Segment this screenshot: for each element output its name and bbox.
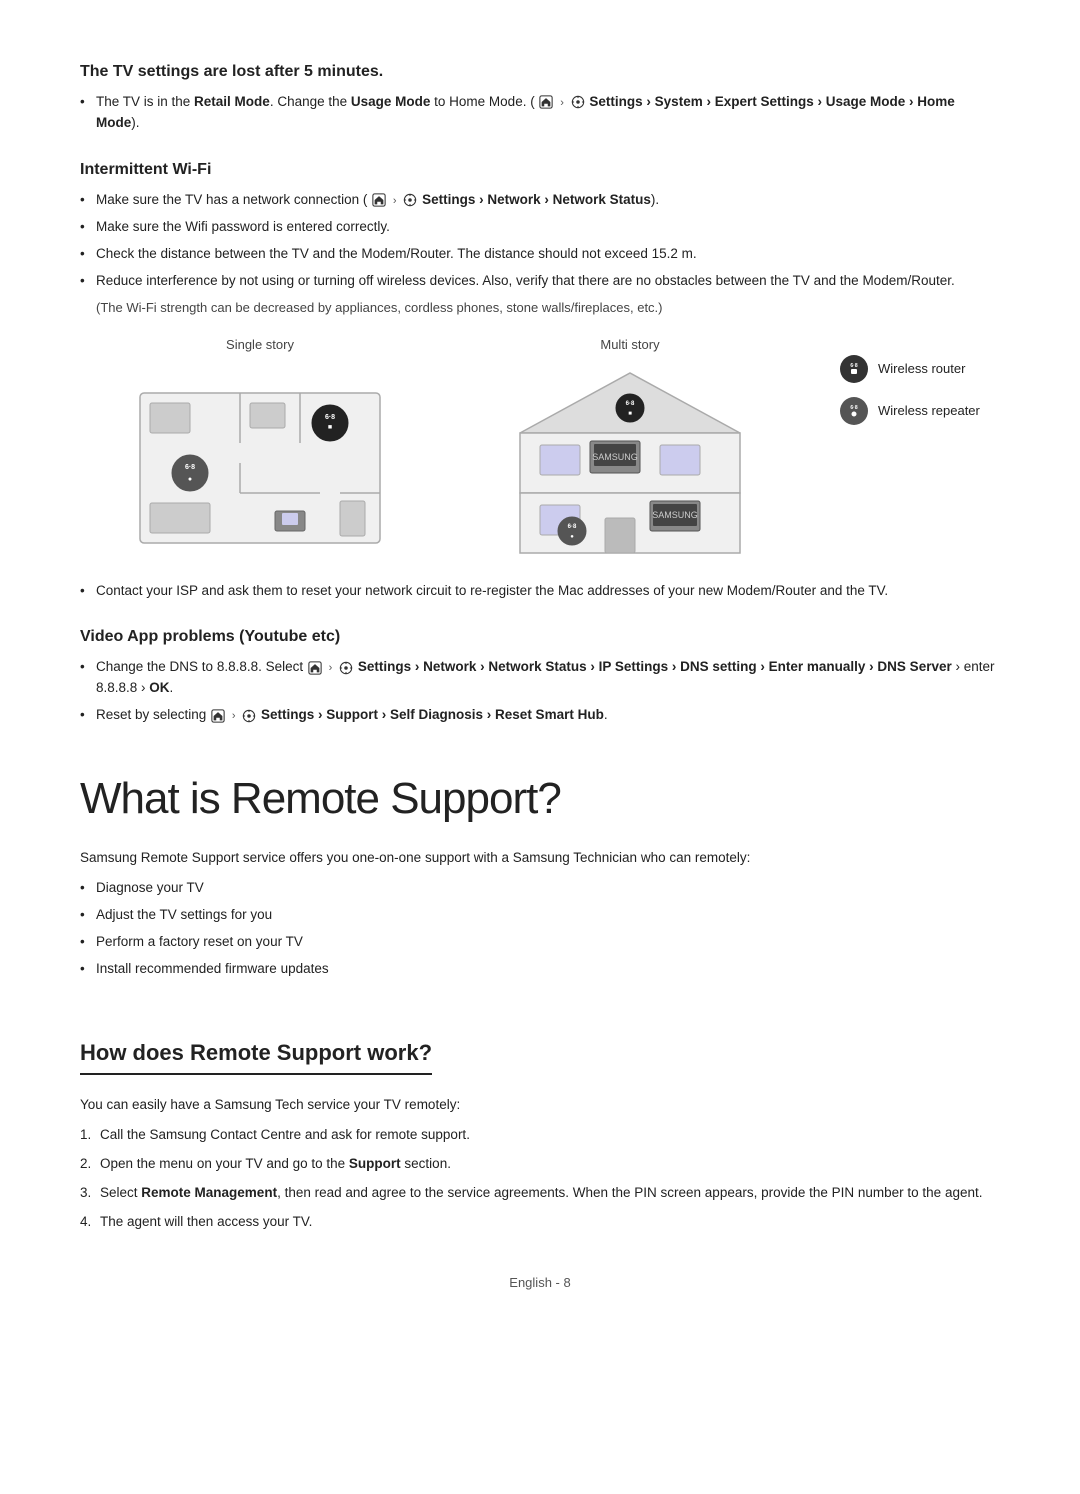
wifi-note: (The Wi-Fi strength can be decreased by … <box>96 298 1000 318</box>
settings-icon-3 <box>339 661 353 675</box>
home-icon-4 <box>211 709 225 723</box>
wireless-repeater-label: Wireless repeater <box>878 401 980 421</box>
svg-text:●: ● <box>188 476 192 483</box>
single-story-svg: 6·8 ■ 6·8 ● <box>120 363 400 563</box>
how-remote-support-title: How does Remote Support work? <box>80 1036 432 1075</box>
chevron-icon: › <box>560 97 564 109</box>
multi-story-label: Multi story <box>600 335 659 355</box>
tv-settings-list: The TV is in the Retail Mode. Change the… <box>80 92 1000 134</box>
intermittent-wifi-section: Intermittent Wi-Fi Make sure the TV has … <box>80 158 1000 602</box>
wifi-bullet-2: Make sure the Wifi password is entered c… <box>80 217 1000 238</box>
svg-text:6·8: 6·8 <box>850 363 857 369</box>
video-app-list: Change the DNS to 8.8.8.8. Select › Sett… <box>80 657 1000 726</box>
wifi-contact-list: Contact your ISP and ask them to reset y… <box>80 581 1000 602</box>
chevron-icon-2: › <box>393 195 397 207</box>
svg-text:6·8: 6·8 <box>568 524 577 530</box>
chevron-icon-4: › <box>232 710 236 722</box>
svg-text:6·8: 6·8 <box>626 401 635 407</box>
diagram-legend: 6·8 Wireless router 6·8 Wireless repeate… <box>820 335 1000 445</box>
svg-text:6·8: 6·8 <box>325 414 335 421</box>
how-remote-steps: 1. Call the Samsung Contact Centre and a… <box>80 1125 1000 1233</box>
home-icon-2 <box>372 193 386 207</box>
wireless-router-legend-item: 6·8 Wireless router <box>840 355 1000 383</box>
multi-story-svg: SAMSUNG 6·8 ■ SAMSUNG 6·8 ● <box>490 363 770 563</box>
tv-settings-section: The TV settings are lost after 5 minutes… <box>80 60 1000 134</box>
settings-icon <box>571 95 585 109</box>
remote-bullet-3: Perform a factory reset on your TV <box>80 932 1000 953</box>
video-app-bullet-1: Change the DNS to 8.8.8.8. Select › Sett… <box>80 657 1000 699</box>
wireless-router-label: Wireless router <box>878 359 965 379</box>
video-app-bullet-2: Reset by selecting › Settings › Support … <box>80 705 1000 726</box>
tv-settings-bullet-1: The TV is in the Retail Mode. Change the… <box>80 92 1000 134</box>
svg-text:■: ■ <box>628 411 632 417</box>
wifi-bullet-3: Check the distance between the TV and th… <box>80 244 1000 265</box>
remote-support-intro: Samsung Remote Support service offers yo… <box>80 848 1000 868</box>
footer-text: English - 8 <box>509 1275 570 1290</box>
home-icon-3 <box>308 661 322 675</box>
step-2: 2. Open the menu on your TV and go to th… <box>80 1154 1000 1175</box>
step-3: 3. Select Remote Management, then read a… <box>80 1183 1000 1204</box>
step-4: 4. The agent will then access your TV. <box>80 1212 1000 1233</box>
wifi-contact-bullet: Contact your ISP and ask them to reset y… <box>80 581 1000 602</box>
multi-story-diagram: Multi story SAMSUNG <box>450 335 810 563</box>
how-remote-intro: You can easily have a Samsung Tech servi… <box>80 1095 1000 1115</box>
router-icon: 6·8 <box>840 355 868 383</box>
repeater-icon: 6·8 <box>840 397 868 425</box>
settings-icon-4 <box>242 709 256 723</box>
how-remote-support-section: How does Remote Support work? You can ea… <box>80 1004 1000 1233</box>
wireless-repeater-legend-item: 6·8 Wireless repeater <box>840 397 1000 425</box>
svg-text:6·8: 6·8 <box>185 464 195 471</box>
chevron-icon-3: › <box>329 662 333 674</box>
home-icon <box>539 95 553 109</box>
wifi-diagram: Single story 6·8 ■ 6·8 ● <box>80 335 1000 563</box>
svg-text:SAMSUNG: SAMSUNG <box>592 452 638 462</box>
wifi-bullet-1: Make sure the TV has a network connectio… <box>80 190 1000 211</box>
intermittent-wifi-title: Intermittent Wi-Fi <box>80 158 1000 182</box>
svg-text:●: ● <box>570 534 574 540</box>
remote-bullet-2: Adjust the TV settings for you <box>80 905 1000 926</box>
wifi-bullet-4: Reduce interference by not using or turn… <box>80 271 1000 292</box>
remote-bullet-1: Diagnose your TV <box>80 878 1000 899</box>
video-app-section: Video App problems (Youtube etc) Change … <box>80 625 1000 726</box>
step-1: 1. Call the Samsung Contact Centre and a… <box>80 1125 1000 1146</box>
settings-icon-2 <box>403 193 417 207</box>
remote-support-list: Diagnose your TV Adjust the TV settings … <box>80 878 1000 980</box>
footer: English - 8 <box>80 1273 1000 1293</box>
single-story-label: Single story <box>226 335 294 355</box>
svg-text:■: ■ <box>328 424 332 431</box>
intermittent-wifi-list: Make sure the TV has a network connectio… <box>80 190 1000 292</box>
tv-settings-title: The TV settings are lost after 5 minutes… <box>80 60 1000 84</box>
remote-support-section: What is Remote Support? Samsung Remote S… <box>80 766 1000 980</box>
svg-text:6·8: 6·8 <box>850 405 857 411</box>
remote-support-main-title: What is Remote Support? <box>80 766 1000 832</box>
svg-text:SAMSUNG: SAMSUNG <box>652 510 698 520</box>
video-app-title: Video App problems (Youtube etc) <box>80 625 1000 649</box>
single-story-diagram: Single story 6·8 ■ 6·8 ● <box>80 335 440 563</box>
remote-bullet-4: Install recommended firmware updates <box>80 959 1000 980</box>
